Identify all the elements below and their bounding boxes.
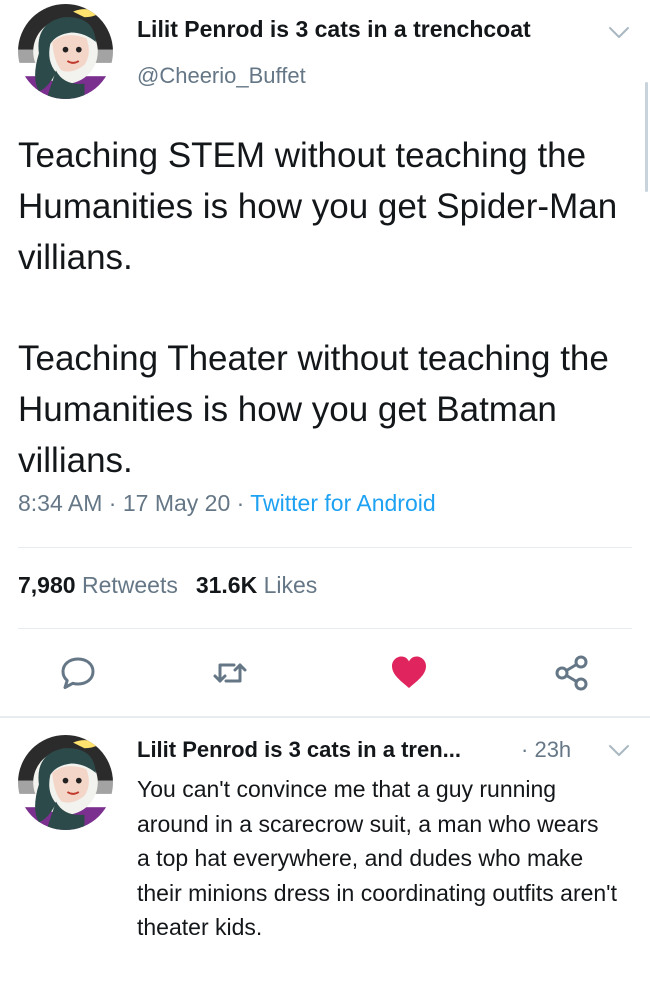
scrollbar[interactable] <box>645 82 648 192</box>
divider <box>18 547 632 548</box>
meta-separator: · <box>108 490 123 516</box>
reply-timestamp[interactable]: · 23h <box>521 737 571 763</box>
tweet-text-paragraph: Teaching Theater without teaching the Hu… <box>18 339 609 480</box>
share-icon <box>555 655 588 691</box>
meta-separator: · <box>521 737 535 762</box>
likes-count: 31.6K <box>195 572 258 598</box>
reply-button[interactable] <box>58 653 98 693</box>
retweet-icon <box>213 663 247 683</box>
avatar[interactable] <box>18 4 113 99</box>
author-handle[interactable]: @Cheerio_Buffet <box>137 63 306 89</box>
heart-icon <box>392 656 426 688</box>
tweet-source-link[interactable]: Twitter for Android <box>250 490 435 516</box>
cartoon-avatar-icon <box>18 735 113 830</box>
likes-stat[interactable]: 31.6K Likes <box>196 572 317 598</box>
cartoon-avatar-icon <box>18 4 113 99</box>
comment-bubble-icon <box>61 657 95 689</box>
tweet-meta: 8:34 AM · 17 May 20 · Twitter for Androi… <box>18 490 436 517</box>
likes-label: Likes <box>263 572 318 598</box>
reply-text: You can't convince me that a guy running… <box>137 776 617 940</box>
retweets-label: Retweets <box>81 572 178 598</box>
retweet-button[interactable] <box>210 653 250 693</box>
tweet-text-paragraph: Teaching STEM without teaching the Human… <box>18 136 618 277</box>
divider <box>0 716 650 718</box>
reply-author-name[interactable]: Lilit Penrod is 3 cats in a tren... <box>137 737 461 763</box>
tweet-time[interactable]: 8:34 AM <box>18 490 102 516</box>
retweets-count: 7,980 <box>18 572 76 598</box>
chevron-down-icon[interactable] <box>608 26 630 40</box>
like-button[interactable] <box>389 653 429 693</box>
chevron-down-icon[interactable] <box>608 744 630 758</box>
meta-separator: · <box>236 490 251 516</box>
divider <box>18 628 632 629</box>
tweet-date[interactable]: 17 May 20 <box>123 490 230 516</box>
retweets-stat[interactable]: 7,980 Retweets <box>18 572 178 598</box>
tweet-stats: 7,980 Retweets 31.6K Likes <box>18 572 317 599</box>
avatar[interactable] <box>18 735 113 830</box>
reply-time-value: 23h <box>534 737 572 762</box>
author-name[interactable]: Lilit Penrod is 3 cats in a trenchcoat <box>137 16 531 43</box>
share-button[interactable] <box>552 653 592 693</box>
